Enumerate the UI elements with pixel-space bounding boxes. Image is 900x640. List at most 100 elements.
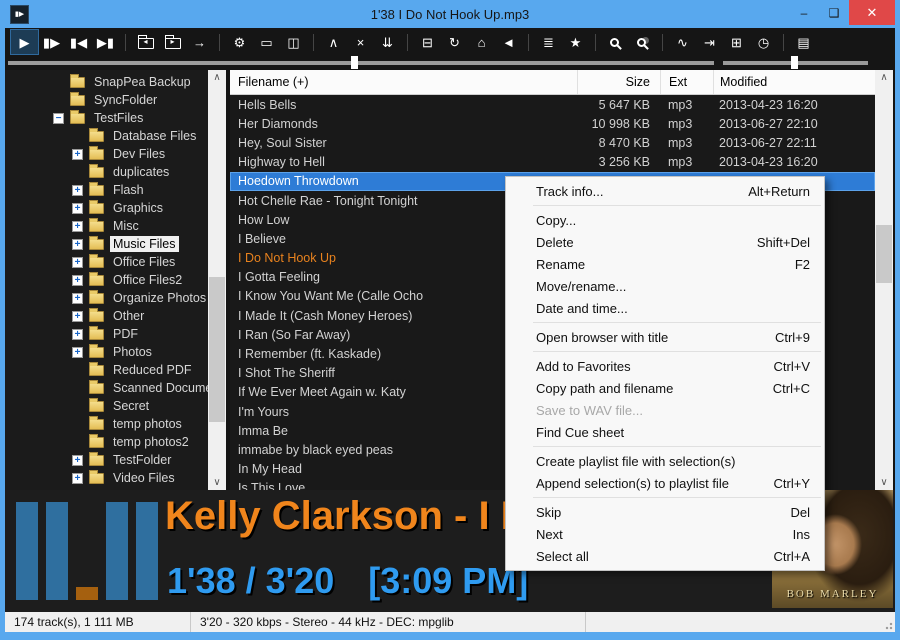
menu-item-create-playlist-file-with-se[interactable]: Create playlist file with selection(s) xyxy=(506,450,824,472)
resize-grip-icon[interactable] xyxy=(883,620,893,630)
skip-start-button[interactable]: ▮◀ xyxy=(65,30,92,54)
sort-down-button[interactable]: ⇊ xyxy=(374,30,401,54)
display-button[interactable]: ▭ xyxy=(253,30,280,54)
tree-item-testfiles[interactable]: −TestFiles xyxy=(5,109,208,127)
skip-end-button[interactable]: ▶▮ xyxy=(92,30,119,54)
expand-plus-icon[interactable]: + xyxy=(72,239,83,250)
tree-item-syncfolder[interactable]: SyncFolder xyxy=(5,91,208,109)
tree-item-reduced-pdf[interactable]: Reduced PDF xyxy=(5,361,208,379)
timer-clock-button[interactable]: ◷ xyxy=(750,30,777,54)
split-view-button[interactable]: ⊟ xyxy=(414,30,441,54)
file-row-hey-soul-sister[interactable]: Hey, Soul Sister8 470 KBmp32013-06-27 22… xyxy=(230,133,875,152)
tree-item-scanned-documents[interactable]: Scanned Documents xyxy=(5,379,208,397)
tree-scrollbar[interactable]: ∧ ∨ xyxy=(208,70,226,490)
list-scrollbar-thumb[interactable] xyxy=(876,225,892,283)
remove-button[interactable]: × xyxy=(347,30,374,54)
scroll-up-icon[interactable]: ∧ xyxy=(208,72,226,83)
menu-item-move-rename[interactable]: Move/rename... xyxy=(506,275,824,297)
menu-item-next[interactable]: NextIns xyxy=(506,523,824,545)
expand-plus-icon[interactable]: + xyxy=(72,149,83,160)
tree-item-other[interactable]: +Other xyxy=(5,307,208,325)
menu-item-append-selection-s-to-playli[interactable]: Append selection(s) to playlist fileCtrl… xyxy=(506,472,824,494)
tree-item-flash[interactable]: +Flash xyxy=(5,181,208,199)
tree-item-temp-photos2[interactable]: temp photos2 xyxy=(5,433,208,451)
tree-item-testfolder[interactable]: +TestFolder xyxy=(5,451,208,469)
maximize-button[interactable]: ❑ xyxy=(819,0,849,25)
tree-item-video-files[interactable]: +Video Files xyxy=(5,469,208,487)
home-button[interactable]: ⌂ xyxy=(468,30,495,54)
menu-item-delete[interactable]: DeleteShift+Del xyxy=(506,231,824,253)
seek-slider[interactable] xyxy=(8,61,714,65)
volume-slider-thumb[interactable] xyxy=(791,56,798,69)
expand-plus-icon[interactable]: + xyxy=(72,221,83,232)
export-box-button[interactable]: ⇥ xyxy=(696,30,723,54)
scroll-down-icon[interactable]: ∨ xyxy=(208,477,226,488)
expand-plus-icon[interactable]: + xyxy=(72,203,83,214)
menu-item-date-and-time[interactable]: Date and time... xyxy=(506,297,824,319)
expand-plus-icon[interactable]: + xyxy=(72,185,83,196)
menu-item-copy[interactable]: Copy... xyxy=(506,209,824,231)
tree-item-database-files[interactable]: Database Files xyxy=(5,127,208,145)
expand-plus-icon[interactable]: + xyxy=(72,275,83,286)
file-row-her-diamonds[interactable]: Her Diamonds10 998 KBmp32013-06-27 22:10 xyxy=(230,114,875,133)
menu-item-open-browser-with-title[interactable]: Open browser with titleCtrl+9 xyxy=(506,326,824,348)
tree-item-temp-photos[interactable]: temp photos xyxy=(5,415,208,433)
move-arrow-button[interactable]: → xyxy=(186,30,213,54)
tree-item-dev-files[interactable]: +Dev Files xyxy=(5,145,208,163)
tree-item-snappea-backup[interactable]: SnapPea Backup xyxy=(5,73,208,91)
collapse-minus-icon[interactable]: − xyxy=(53,113,64,124)
tree-item-office-files[interactable]: +Office Files xyxy=(5,253,208,271)
file-row-hells-bells[interactable]: Hells Bells5 647 KBmp32013-04-23 16:20 xyxy=(230,95,875,114)
menu-item-rename[interactable]: RenameF2 xyxy=(506,253,824,275)
column-size[interactable]: Size xyxy=(577,70,660,94)
details-list-button[interactable]: ▤ xyxy=(790,30,817,54)
input-field-button[interactable]: ⊞ xyxy=(723,30,750,54)
column-modified[interactable]: Modified xyxy=(713,70,823,94)
refresh-button[interactable]: ↻ xyxy=(441,30,468,54)
folder-back-button[interactable]: ◂ xyxy=(132,30,159,54)
tree-scrollbar-thumb[interactable] xyxy=(209,277,225,422)
column-ext[interactable]: Ext xyxy=(660,70,713,94)
tree-item-music-files[interactable]: +Music Files xyxy=(5,235,208,253)
menu-item-find-cue-sheet[interactable]: Find Cue sheet xyxy=(506,421,824,443)
volume-slider[interactable] xyxy=(723,61,868,65)
menu-item-track-info[interactable]: Track info...Alt+Return xyxy=(506,180,824,202)
expand-plus-icon[interactable]: + xyxy=(72,347,83,358)
tree-item-misc[interactable]: +Misc xyxy=(5,217,208,235)
search-button[interactable] xyxy=(602,30,629,54)
favorites-star-button[interactable]: ★ xyxy=(562,30,589,54)
wave-file-button[interactable]: ∿ xyxy=(669,30,696,54)
settings-gear-button[interactable]: ⚙ xyxy=(226,30,253,54)
minimize-button[interactable]: – xyxy=(789,0,819,25)
expand-plus-icon[interactable]: + xyxy=(72,293,83,304)
tree-item-organize-photos[interactable]: +Organize Photos xyxy=(5,289,208,307)
tree-item-secret[interactable]: Secret xyxy=(5,397,208,415)
step-play-button[interactable]: ▮▶ xyxy=(38,30,65,54)
collapse-up-button[interactable]: ∧ xyxy=(320,30,347,54)
menu-item-skip[interactable]: SkipDel xyxy=(506,501,824,523)
seek-slider-thumb[interactable] xyxy=(351,56,358,69)
volume-button[interactable]: ◄ xyxy=(495,30,522,54)
tree-item-office-files2[interactable]: +Office Files2 xyxy=(5,271,208,289)
expand-plus-icon[interactable]: + xyxy=(72,311,83,322)
scroll-up-icon[interactable]: ∧ xyxy=(875,72,893,83)
tree-item-duplicates[interactable]: duplicates xyxy=(5,163,208,181)
expand-plus-icon[interactable]: + xyxy=(72,473,83,484)
track-info-button[interactable]: ≣ xyxy=(535,30,562,54)
file-row-highway-to-hell[interactable]: Highway to Hell3 256 KBmp32013-04-23 16:… xyxy=(230,153,875,172)
expand-plus-icon[interactable]: + xyxy=(72,329,83,340)
expand-plus-icon[interactable]: + xyxy=(72,455,83,466)
search-scope-button[interactable] xyxy=(629,30,656,54)
tree-item-photos[interactable]: +Photos xyxy=(5,343,208,361)
scroll-down-icon[interactable]: ∨ xyxy=(875,477,893,488)
layout-panel-button[interactable]: ◫ xyxy=(280,30,307,54)
menu-item-select-all[interactable]: Select allCtrl+A xyxy=(506,545,824,567)
menu-item-add-to-favorites[interactable]: Add to FavoritesCtrl+V xyxy=(506,355,824,377)
tree-item-graphics[interactable]: +Graphics xyxy=(5,199,208,217)
play-button[interactable]: ▶ xyxy=(11,30,38,54)
menu-item-copy-path-and-filename[interactable]: Copy path and filenameCtrl+C xyxy=(506,377,824,399)
column-filename[interactable]: Filename (+) xyxy=(230,70,577,94)
tree-item-pdf[interactable]: +PDF xyxy=(5,325,208,343)
expand-plus-icon[interactable]: + xyxy=(72,257,83,268)
list-scrollbar[interactable]: ∧ ∨ xyxy=(875,70,893,490)
